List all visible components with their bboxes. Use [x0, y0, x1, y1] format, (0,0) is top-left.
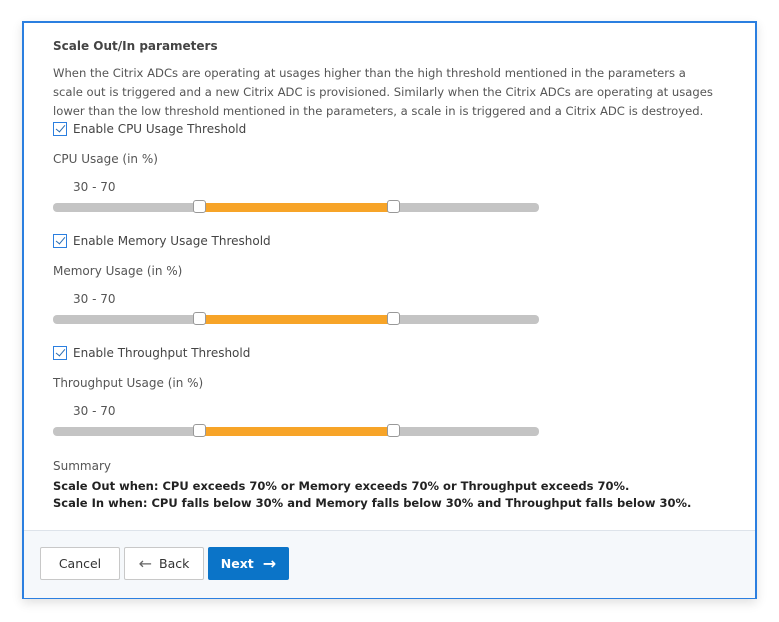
slider-low-handle[interactable]: [192, 200, 206, 213]
checkbox-checked-icon: [53, 122, 67, 136]
summary-title: Summary: [53, 459, 111, 473]
footer: Cancel ← Back Next →: [24, 530, 755, 598]
memory-range-value: 30 - 70: [73, 292, 116, 306]
cpu-threshold-checkbox[interactable]: Enable CPU Usage Threshold: [53, 122, 246, 136]
throughput-threshold-checkbox[interactable]: Enable Throughput Threshold: [53, 346, 250, 360]
cpu-usage-label: CPU Usage (in %): [53, 152, 158, 166]
slider-low-handle[interactable]: [192, 312, 206, 325]
throughput-usage-label: Throughput Usage (in %): [53, 376, 204, 390]
checkbox-checked-icon: [53, 346, 67, 360]
cpu-range-value: 30 - 70: [73, 180, 116, 194]
cancel-button[interactable]: Cancel: [40, 547, 120, 580]
checkbox-checked-icon: [53, 234, 67, 248]
slider-fill: [198, 203, 394, 212]
checkbox-label: Enable Throughput Threshold: [73, 346, 251, 360]
slider-fill: [198, 427, 394, 436]
summary-scale-out: Scale Out when: CPU exceeds 70% or Memor…: [53, 479, 630, 493]
checkbox-label: Enable Memory Usage Threshold: [73, 234, 271, 248]
slider-fill: [198, 315, 394, 324]
back-button[interactable]: ← Back: [124, 547, 204, 580]
cpu-range-slider[interactable]: [53, 200, 539, 213]
throughput-range-slider[interactable]: [53, 424, 539, 437]
arrow-left-icon: ←: [138, 554, 153, 573]
slider-high-handle[interactable]: [387, 424, 401, 437]
cancel-label: Cancel: [58, 556, 102, 571]
memory-threshold-checkbox[interactable]: Enable Memory Usage Threshold: [53, 234, 271, 248]
slider-high-handle[interactable]: [387, 312, 401, 325]
scale-parameters-dialog: Scale Out/In parameters When the Citrix …: [22, 21, 757, 599]
back-label: Back: [159, 556, 190, 571]
memory-usage-label: Memory Usage (in %): [53, 264, 183, 278]
next-button[interactable]: Next →: [208, 547, 289, 580]
checkbox-label: Enable CPU Usage Threshold: [73, 122, 247, 136]
slider-high-handle[interactable]: [387, 200, 401, 213]
summary-scale-in: Scale In when: CPU falls below 30% and M…: [53, 496, 692, 510]
description: When the Citrix ADCs are operating at us…: [53, 66, 713, 118]
next-label: Next: [220, 556, 254, 571]
section-title: Scale Out/In parameters: [53, 39, 218, 53]
slider-low-handle[interactable]: [192, 424, 206, 437]
memory-range-slider[interactable]: [53, 312, 539, 325]
arrow-right-icon: →: [262, 554, 277, 573]
throughput-range-value: 30 - 70: [73, 404, 116, 418]
